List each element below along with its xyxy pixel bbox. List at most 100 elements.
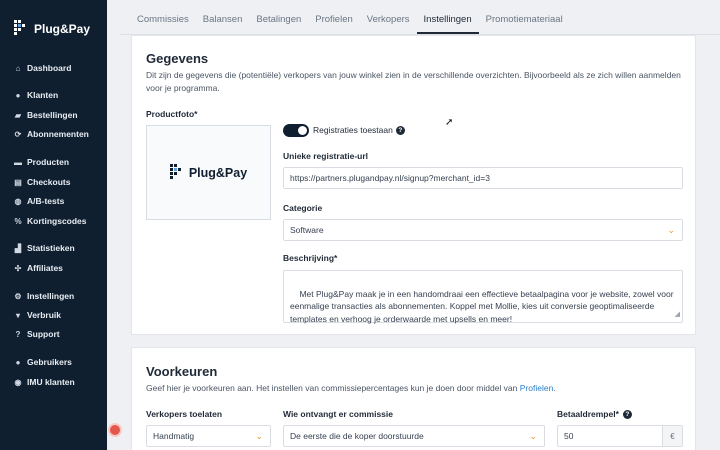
sidebar-item-label: IMU klanten bbox=[27, 377, 75, 387]
sidebar-item-verbruik[interactable]: ▾ Verbruik bbox=[14, 308, 61, 322]
sidebar-item-label: Instellingen bbox=[27, 291, 75, 301]
chevron-down-icon: ⌄ bbox=[255, 431, 263, 441]
sidebar-item-klanten[interactable]: ● Klanten bbox=[14, 88, 59, 102]
threshold-value: 50 bbox=[564, 431, 574, 441]
brand-logo[interactable]: Plug&Pay bbox=[14, 20, 90, 38]
sellers-label: Verkopers toelaten bbox=[146, 409, 223, 419]
tab-bar: Commissies Balansen Betalingen Profielen Ver… bbox=[130, 8, 570, 34]
voorkeuren-card: Voorkeuren Geef hier je voorkeuren aan. … bbox=[131, 347, 696, 450]
description-text: Met Plug&Pay maak je in een handomdraai … bbox=[290, 288, 676, 324]
commission-label: Wie ontvangt er commissie bbox=[283, 409, 393, 419]
sidebar-item-label: Bestellingen bbox=[27, 110, 78, 120]
registrations-toggle[interactable] bbox=[283, 124, 309, 137]
sidebar-item-dashboard[interactable]: ⌂ Dashboard bbox=[14, 61, 72, 75]
share-icon: ✣ bbox=[14, 263, 22, 273]
sidebar-item-label: Abonnementen bbox=[27, 129, 89, 139]
threshold-label: Betaaldrempel* ? bbox=[557, 409, 632, 419]
checkout-icon: ▤ bbox=[14, 177, 22, 187]
photo-label: Productfoto* bbox=[146, 109, 198, 119]
tab-instellingen[interactable]: Instellingen bbox=[416, 8, 479, 34]
url-label: Unieke registratie-url bbox=[283, 151, 369, 161]
sellers-value: Handmatig bbox=[153, 431, 195, 441]
question-icon: ? bbox=[15, 329, 21, 339]
sidebar-item-label: Klanten bbox=[27, 90, 59, 100]
threshold-input[interactable]: 50 € bbox=[557, 425, 683, 447]
chevron-down-icon: ⌄ bbox=[667, 225, 675, 235]
sidebar-item-label: Gebruikers bbox=[27, 357, 72, 367]
signup-url-field[interactable]: https://partners.plugandpay.nl/signup?me… bbox=[283, 167, 683, 189]
chart-icon: ▟ bbox=[14, 243, 22, 253]
team-icon: ● bbox=[15, 357, 21, 367]
category-label: Categorie bbox=[283, 203, 323, 213]
sidebar-item-abonnementen[interactable]: ⟳ Abonnementen bbox=[14, 127, 89, 141]
users-icon: ● bbox=[15, 90, 21, 100]
product-photo-brand: Plug&Pay bbox=[188, 165, 248, 180]
sellers-select[interactable]: Handmatig ⌄ bbox=[146, 425, 271, 447]
commission-select[interactable]: De eerste die de koper doorstuurde ⌄ bbox=[283, 425, 545, 447]
cart-icon: ▰ bbox=[14, 110, 22, 120]
sidebar-item-label: A/B-tests bbox=[27, 196, 65, 206]
registrations-label-text: Registraties toestaan bbox=[313, 125, 393, 135]
sidebar-item-label: Kortingscodes bbox=[27, 216, 87, 226]
sidebar-item-statistieken[interactable]: ▟ Statistieken bbox=[14, 241, 75, 255]
sidebar-item-affiliates[interactable]: ✣ Affiliates bbox=[14, 261, 63, 275]
euro-icon: € bbox=[662, 426, 682, 446]
sidebar-item-instellingen[interactable]: ⚙ Instellingen bbox=[14, 289, 74, 303]
sidebar-item-checkouts[interactable]: ▤ Checkouts bbox=[14, 175, 70, 189]
help-icon[interactable]: ? bbox=[622, 409, 632, 419]
description-textarea[interactable]: Met Plug&Pay maak je in een handomdraai … bbox=[283, 270, 683, 324]
sidebar-item-label: Affiliates bbox=[27, 263, 63, 273]
tab-betalingen[interactable]: Betalingen bbox=[249, 8, 308, 34]
sidebar-item-kortingscodes[interactable]: % Kortingscodes bbox=[14, 214, 87, 228]
voorkeuren-title: Voorkeuren bbox=[146, 364, 218, 379]
box-icon: ▬ bbox=[14, 157, 22, 167]
chevron-down-icon: ⌄ bbox=[529, 431, 537, 441]
sidebar-item-label: Checkouts bbox=[27, 177, 71, 187]
mouse-cursor-icon: ➚ bbox=[445, 117, 454, 128]
voorkeuren-desc-prefix: Geef hier je voorkeuren aan. Het instell… bbox=[146, 383, 520, 393]
gegevens-description: Dit zijn de gegevens die (potentiële) ve… bbox=[146, 70, 681, 93]
help-icon[interactable]: ? bbox=[395, 125, 405, 135]
sidebar-item-bestellingen[interactable]: ▰ Bestellingen bbox=[14, 108, 78, 122]
refresh-icon: ⟳ bbox=[14, 129, 22, 139]
tab-balansen[interactable]: Balansen bbox=[196, 8, 250, 34]
sidebar-item-label: Verbruik bbox=[27, 310, 62, 320]
flask-icon: ◍ bbox=[14, 196, 22, 206]
sidebar-item-label: Producten bbox=[27, 157, 70, 167]
sidebar-item-gebruikers[interactable]: ● Gebruikers bbox=[14, 355, 72, 369]
cloud-icon: ▾ bbox=[15, 310, 20, 320]
sidebar-item-producten[interactable]: ▬ Producten bbox=[14, 155, 69, 169]
globe-icon: ◉ bbox=[14, 377, 22, 387]
brand-name: Plug&Pay bbox=[34, 22, 91, 36]
voorkeuren-description: Geef hier je voorkeuren aan. Het instell… bbox=[146, 382, 681, 395]
tab-verkopers[interactable]: Verkopers bbox=[360, 8, 417, 34]
category-value: Software bbox=[290, 225, 324, 235]
percent-icon: % bbox=[14, 216, 22, 226]
sidebar-item-label: Statistieken bbox=[27, 243, 75, 253]
sidebar-item-label: Support bbox=[27, 329, 60, 339]
threshold-label-text: Betaaldrempel* bbox=[557, 409, 619, 419]
description-label: Beschrijving* bbox=[283, 253, 338, 263]
registrations-toggle-label: Registraties toestaan ? bbox=[313, 125, 405, 135]
profielen-link[interactable]: Profielen bbox=[520, 383, 554, 393]
category-select[interactable]: Software ⌄ bbox=[283, 219, 683, 241]
product-photo-logo-icon bbox=[169, 163, 184, 182]
gear-icon: ⚙ bbox=[14, 291, 22, 301]
tab-commissies[interactable]: Commissies bbox=[130, 8, 196, 34]
tab-promotiemateriaal[interactable]: Promotiemateriaal bbox=[479, 8, 570, 34]
sidebar-item-label: Dashboard bbox=[27, 63, 72, 73]
sidebar-item-support[interactable]: ? Support bbox=[14, 327, 60, 341]
home-icon: ⌂ bbox=[15, 63, 21, 73]
product-photo[interactable]: Plug&Pay bbox=[146, 125, 271, 220]
tab-profielen[interactable]: Profielen bbox=[308, 8, 360, 34]
sidebar: Plug&Pay ⌂ Dashboard ● Klanten ▰ Bestellingen… bbox=[0, 0, 107, 450]
sidebar-item-a-b-tests[interactable]: ◍ A/B-tests bbox=[14, 194, 65, 208]
gegevens-title: Gegevens bbox=[146, 51, 209, 66]
plugpay-logo-icon bbox=[14, 20, 28, 38]
gegevens-card: Gegevens Dit zijn de gegevens die (poten… bbox=[131, 35, 696, 335]
commission-value: De eerste die de koper doorstuurde bbox=[290, 431, 424, 441]
sidebar-item-imu-klanten[interactable]: ◉ IMU klanten bbox=[14, 375, 75, 389]
resize-handle-icon[interactable]: ◢ bbox=[675, 309, 680, 322]
notification-bell-icon[interactable] bbox=[108, 423, 122, 437]
voorkeuren-desc-suffix: . bbox=[553, 383, 556, 393]
